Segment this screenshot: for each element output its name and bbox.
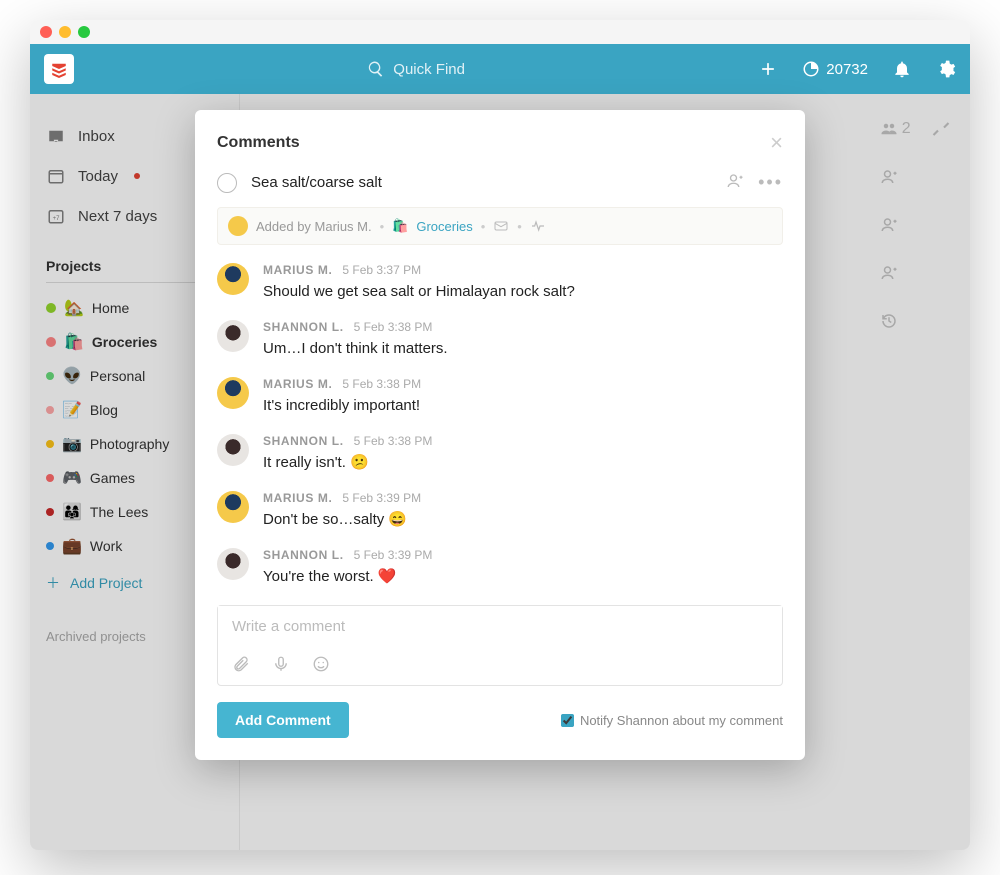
comment-1: SHANNON L. 5 Feb 3:38 PM Um…I don't think … — [217, 320, 783, 359]
comment-author: SHANNON L. — [263, 434, 344, 448]
meta-project-link[interactable]: Groceries — [416, 219, 472, 234]
notify-label: Notify Shannon about my comment — [580, 713, 783, 728]
mailbox-icon[interactable] — [493, 218, 509, 234]
maximize-window[interactable] — [78, 26, 90, 38]
emoji-icon[interactable] — [312, 655, 330, 673]
comments-modal: Comments × Sea salt/coarse salt ••• Adde… — [195, 110, 805, 760]
comment-text: Should we get sea salt or Himalayan rock… — [263, 281, 783, 302]
karma-value: 20732 — [826, 61, 868, 78]
todoist-logo-icon — [50, 60, 68, 78]
task-meta: Added by Marius M. • 🛍️ Groceries • • — [217, 207, 783, 245]
add-comment-button[interactable]: Add Comment — [217, 702, 349, 738]
comment-avatar — [217, 491, 249, 523]
minimize-window[interactable] — [59, 26, 71, 38]
comment-author: MARIUS M. — [263, 491, 332, 505]
comment-text: It's incredibly important! — [263, 395, 783, 416]
close-window[interactable] — [40, 26, 52, 38]
comment-text: Um…I don't think it matters. — [263, 338, 783, 359]
comment-timestamp: 5 Feb 3:38 PM — [354, 434, 433, 448]
meta-added-by: Added by Marius M. — [256, 219, 372, 234]
search[interactable]: Quick Find — [74, 60, 758, 78]
comment-4: MARIUS M. 5 Feb 3:39 PM Don't be so…salty … — [217, 491, 783, 530]
comment-avatar — [217, 377, 249, 409]
comment-list: MARIUS M. 5 Feb 3:37 PM Should we get sea … — [217, 263, 783, 587]
topbar-actions: 20732 — [758, 59, 956, 79]
composer-tools — [218, 647, 782, 685]
search-icon — [367, 60, 385, 78]
comment-timestamp: 5 Feb 3:39 PM — [354, 548, 433, 562]
task-name[interactable]: Sea salt/coarse salt — [251, 174, 712, 191]
comment-text: Don't be so…salty 😄 — [263, 509, 783, 530]
comment-input[interactable] — [218, 606, 782, 647]
app-logo[interactable] — [44, 54, 74, 84]
karma-icon — [802, 60, 820, 78]
assign-person-icon[interactable] — [726, 172, 744, 190]
more-icon[interactable]: ••• — [758, 172, 783, 193]
notify-toggle[interactable]: Notify Shannon about my comment — [561, 713, 783, 728]
close-modal[interactable]: × — [770, 130, 783, 156]
meta-project-emoji: 🛍️ — [392, 218, 408, 234]
comment-avatar — [217, 263, 249, 295]
comment-author: SHANNON L. — [263, 548, 344, 562]
comment-timestamp: 5 Feb 3:39 PM — [342, 491, 421, 505]
karma-score[interactable]: 20732 — [802, 60, 868, 78]
attachment-icon[interactable] — [232, 655, 250, 673]
app-window: Quick Find 20732 Inbox Today +7 Next — [30, 20, 970, 850]
comment-author: MARIUS M. — [263, 263, 332, 277]
comment-3: SHANNON L. 5 Feb 3:38 PM It really isn't. … — [217, 434, 783, 473]
comment-author: MARIUS M. — [263, 377, 332, 391]
comment-2: MARIUS M. 5 Feb 3:38 PM It's incredibly im… — [217, 377, 783, 416]
comment-timestamp: 5 Feb 3:37 PM — [342, 263, 421, 277]
task-checkbox[interactable] — [217, 173, 237, 193]
notifications-icon[interactable] — [892, 59, 912, 79]
titlebar — [30, 20, 970, 44]
search-placeholder: Quick Find — [393, 61, 465, 78]
comment-text: You're the worst. ❤️ — [263, 566, 783, 587]
modal-title: Comments — [217, 134, 300, 152]
comment-composer — [217, 605, 783, 686]
microphone-icon[interactable] — [272, 655, 290, 673]
task-row: Sea salt/coarse salt ••• — [217, 172, 783, 193]
comment-text: It really isn't. 😕 — [263, 452, 783, 473]
comment-0: MARIUS M. 5 Feb 3:37 PM Should we get sea … — [217, 263, 783, 302]
comment-5: SHANNON L. 5 Feb 3:39 PM You're the worst.… — [217, 548, 783, 587]
topbar: Quick Find 20732 — [30, 44, 970, 94]
activity-icon[interactable] — [530, 218, 546, 234]
comment-author: SHANNON L. — [263, 320, 344, 334]
comment-timestamp: 5 Feb 3:38 PM — [354, 320, 433, 334]
meta-avatar — [228, 216, 248, 236]
modal-footer: Add Comment Notify Shannon about my comm… — [217, 702, 783, 738]
settings-icon[interactable] — [936, 59, 956, 79]
comment-avatar — [217, 320, 249, 352]
notify-checkbox[interactable] — [561, 714, 574, 727]
comment-avatar — [217, 548, 249, 580]
add-task-icon[interactable] — [758, 59, 778, 79]
comment-avatar — [217, 434, 249, 466]
comment-timestamp: 5 Feb 3:38 PM — [342, 377, 421, 391]
